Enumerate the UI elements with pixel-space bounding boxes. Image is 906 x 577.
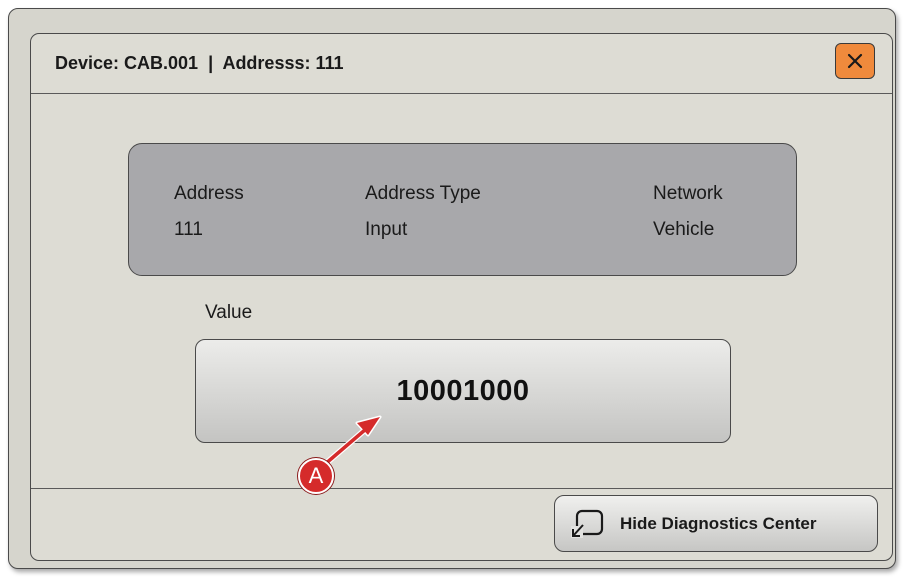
device-dialog: Device: CAB.001 | Addresss: 111 Address …: [30, 33, 893, 561]
address-value: 111: [174, 219, 203, 240]
close-icon: [847, 53, 863, 69]
address-type-value: Input: [365, 219, 408, 240]
minimize-window-icon: [571, 509, 604, 538]
value-display: 10001000: [195, 339, 731, 443]
close-button[interactable]: [835, 43, 875, 79]
network-value: Vehicle: [653, 219, 715, 240]
hide-diagnostics-center-button[interactable]: Hide Diagnostics Center: [554, 495, 878, 552]
value-readout: 10001000: [396, 374, 530, 407]
footer-divider: [31, 488, 892, 489]
network-column: Network Vehicle: [653, 176, 723, 248]
value-label: Value: [205, 302, 253, 323]
hide-diagnostics-center-label: Hide Diagnostics Center: [620, 514, 817, 533]
address-column: Address 111: [174, 176, 244, 248]
network-header: Network: [653, 183, 723, 204]
dialog-title: Device: CAB.001 | Addresss: 111: [55, 53, 344, 73]
address-type-header: Address Type: [365, 183, 481, 204]
address-header: Address: [174, 183, 244, 204]
address-type-column: Address Type Input: [365, 176, 481, 248]
dialog-title-bar: Device: CAB.001 | Addresss: 111: [31, 34, 892, 94]
address-info-panel: Address 111 Address Type Input Network V…: [128, 143, 797, 276]
